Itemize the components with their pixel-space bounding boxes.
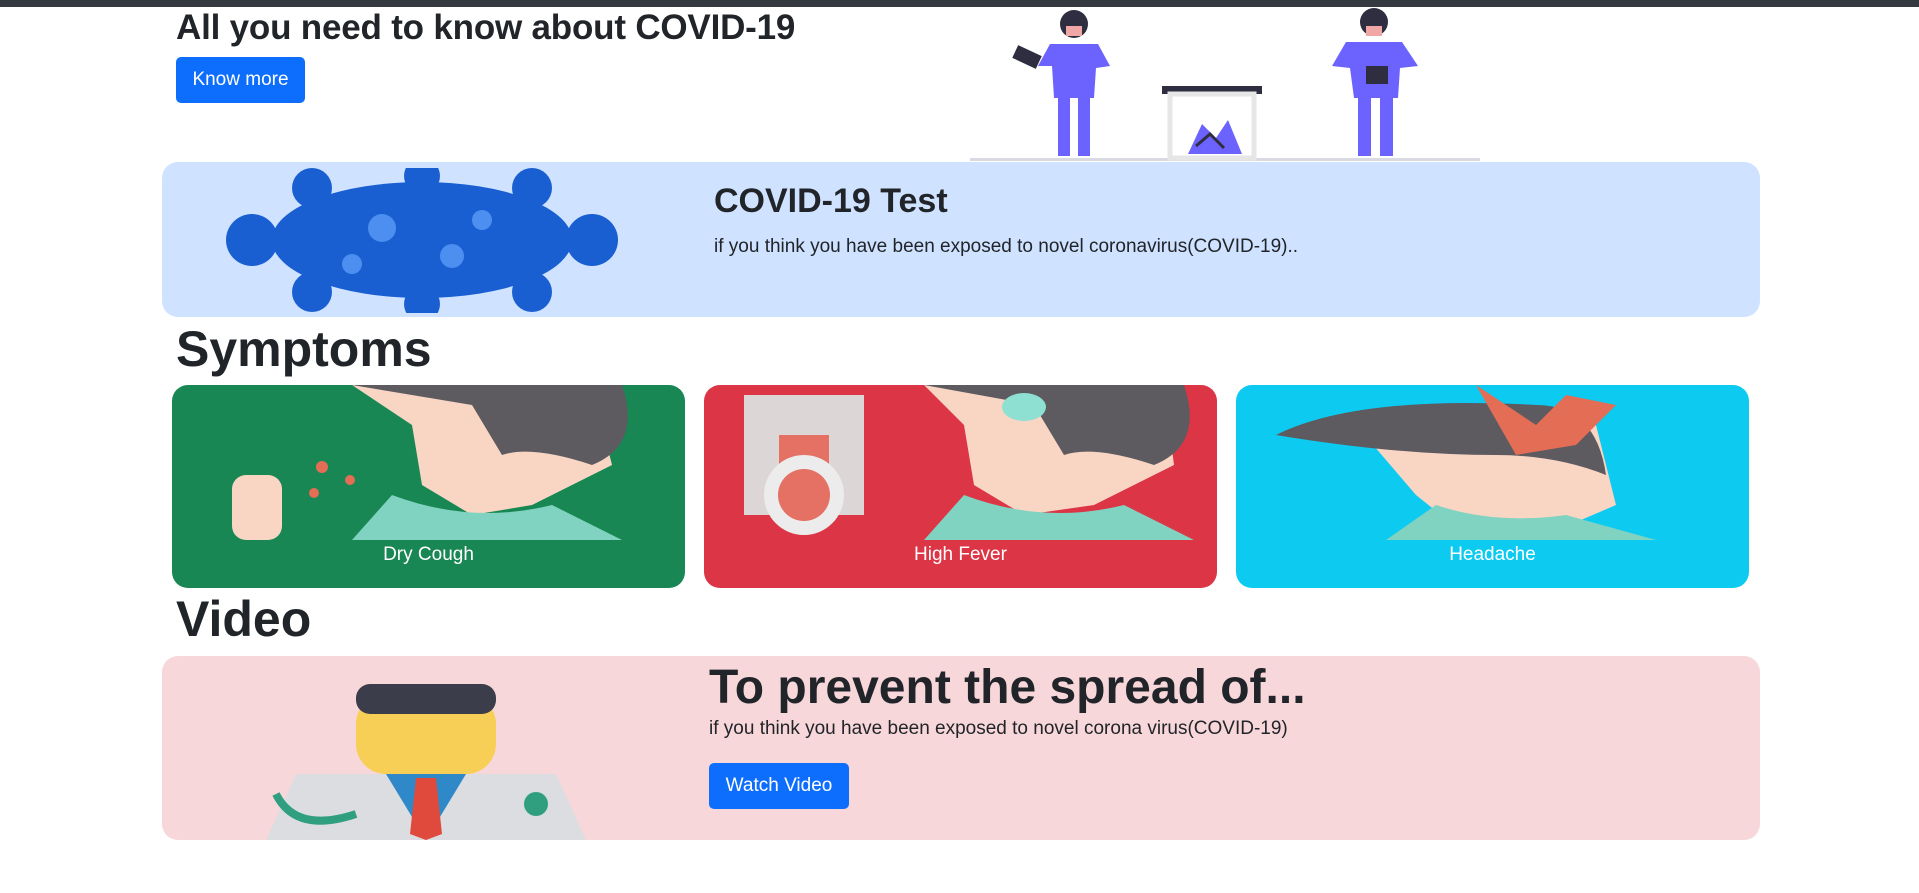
doctor-illustration	[266, 684, 586, 840]
covid-test-text: if you think you have been exposed to no…	[714, 236, 1299, 257]
video-heading: Video	[176, 591, 312, 647]
video-title: To prevent the spread of...	[709, 661, 1306, 714]
page: All you need to know about COVID-19 Know…	[0, 0, 1919, 893]
headache-illustration	[1276, 385, 1656, 540]
symptom-card-high-fever[interactable]: High Fever	[704, 385, 1217, 588]
hero-title: All you need to know about COVID-19	[176, 8, 796, 47]
video-card: To prevent the spread of... if you think…	[162, 656, 1760, 840]
symptom-label: High Fever	[914, 544, 1007, 565]
symptom-card-headache[interactable]: Headache	[1236, 385, 1749, 588]
covid-test-card[interactable]: COVID-19 Test if you think you have been…	[162, 162, 1760, 317]
fever-illustration	[744, 385, 1194, 540]
symptom-card-dry-cough[interactable]: Dry Cough	[172, 385, 685, 588]
doctors-illustration	[970, 8, 1480, 161]
covid-test-title: COVID-19 Test	[714, 182, 948, 220]
watch-video-button[interactable]: Watch Video	[709, 763, 849, 809]
video-text: if you think you have been exposed to no…	[709, 718, 1288, 739]
virus-illustration	[226, 168, 618, 313]
symptoms-heading: Symptoms	[176, 321, 432, 377]
symptom-label: Headache	[1449, 544, 1536, 565]
symptom-label: Dry Cough	[383, 544, 474, 565]
cough-illustration	[232, 385, 628, 540]
know-more-button[interactable]: Know more	[176, 57, 305, 103]
top-bar	[0, 0, 1919, 7]
